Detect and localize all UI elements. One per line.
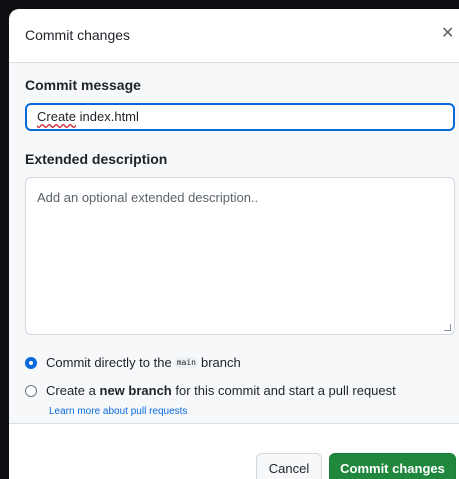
extended-description-textarea[interactable]: Add an optional extended description.. bbox=[25, 177, 455, 335]
commit-message-word: Create bbox=[37, 109, 77, 124]
commit-dialog: Commit changes ✕ Commit message Create i… bbox=[9, 9, 459, 479]
commit-message-rest: index.html bbox=[76, 109, 139, 124]
resize-handle-icon[interactable] bbox=[444, 324, 451, 331]
commit-message-input[interactable]: Create index.html bbox=[25, 103, 455, 131]
radio-selected-icon[interactable] bbox=[25, 356, 37, 369]
dialog-body: Commit message Create index.html Extende… bbox=[9, 63, 459, 423]
description-placeholder: Add an optional extended description.. bbox=[37, 190, 259, 205]
learn-more-link[interactable]: Learn more about pull requests bbox=[49, 406, 187, 417]
commit-direct-prefix: Commit directly to the bbox=[46, 355, 172, 370]
create-branch-option[interactable]: Create a new branch for this commit and … bbox=[25, 383, 396, 398]
dialog-title: Commit changes bbox=[25, 27, 131, 43]
branch-name: main bbox=[174, 357, 198, 368]
extended-description-label: Extended description bbox=[25, 151, 168, 167]
close-icon[interactable]: ✕ bbox=[441, 25, 454, 43]
commit-changes-button[interactable]: Commit changes bbox=[329, 453, 456, 479]
dialog-footer: Cancel Commit changes bbox=[9, 423, 459, 479]
create-branch-bold: new branch bbox=[99, 383, 172, 398]
cancel-button[interactable]: Cancel bbox=[256, 453, 322, 479]
radio-unselected-icon[interactable] bbox=[25, 384, 37, 397]
commit-direct-suffix: branch bbox=[200, 355, 241, 370]
commit-message-label: Commit message bbox=[25, 77, 141, 93]
create-branch-prefix: Create a bbox=[46, 383, 96, 398]
dialog-header: Commit changes ✕ bbox=[9, 9, 459, 63]
create-branch-suffix: for this commit and start a pull request bbox=[175, 383, 396, 398]
commit-direct-option[interactable]: Commit directly to the main branch bbox=[25, 355, 241, 370]
